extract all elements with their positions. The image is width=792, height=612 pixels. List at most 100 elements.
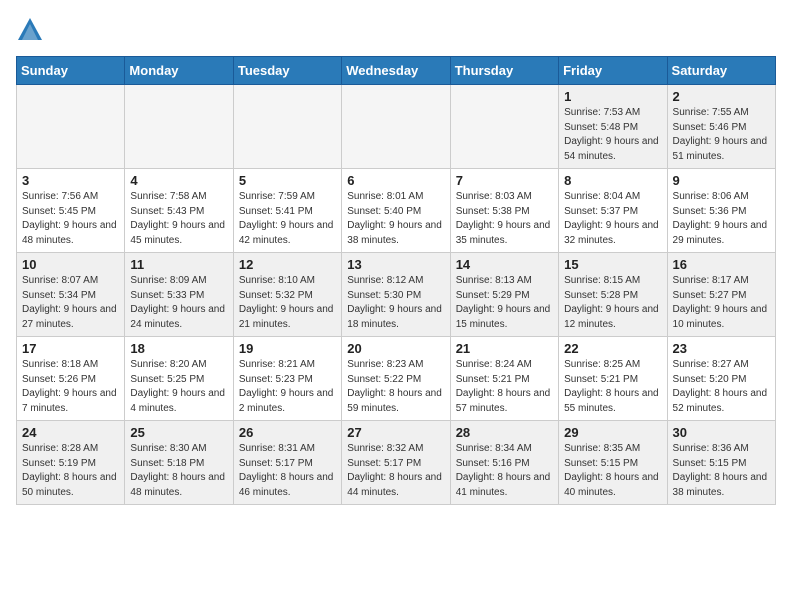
day-number: 30 xyxy=(673,425,771,440)
day-info: Sunrise: 8:15 AM Sunset: 5:28 PM Dayligh… xyxy=(564,274,662,332)
week-row-5: 24 Sunrise: 8:28 AM Sunset: 5:19 PM Dayli… xyxy=(17,421,776,505)
day-number: 14 xyxy=(456,257,554,272)
day-cell xyxy=(125,85,233,169)
day-info: Sunrise: 8:01 AM Sunset: 5:40 PM Dayligh… xyxy=(347,190,445,248)
day-cell: 28 Sunrise: 8:34 AM Sunset: 5:16 PM Dayli… xyxy=(450,421,558,505)
day-cell: 29Sunrise: 8:35 AM Sunset: 5:15 PM Dayli… xyxy=(559,421,667,505)
day-info: Sunrise: 8:28 AM Sunset: 5:19 PM Dayligh… xyxy=(22,442,120,500)
day-number: 20 xyxy=(347,341,445,356)
day-cell: 10 Sunrise: 8:07 AM Sunset: 5:34 PM Dayli… xyxy=(17,253,125,337)
day-info: Sunrise: 8:17 AM Sunset: 5:27 PM Dayligh… xyxy=(673,274,771,332)
day-number: 17 xyxy=(22,341,120,356)
day-number: 16 xyxy=(673,257,771,272)
week-row-4: 17 Sunrise: 8:18 AM Sunset: 5:26 PM Dayli… xyxy=(17,337,776,421)
header-wednesday: Wednesday xyxy=(342,57,450,85)
day-number: 2 xyxy=(673,89,771,104)
day-cell: 25 Sunrise: 8:30 AM Sunset: 5:18 PM Dayli… xyxy=(125,421,233,505)
day-info: Sunrise: 8:24 AM Sunset: 5:21 PM Dayligh… xyxy=(456,358,554,416)
day-info: Sunrise: 8:25 AM Sunset: 5:21 PM Dayligh… xyxy=(564,358,662,416)
header-saturday: Saturday xyxy=(667,57,775,85)
day-cell: 4 Sunrise: 7:58 AM Sunset: 5:43 PM Daylig… xyxy=(125,169,233,253)
logo-icon xyxy=(16,16,44,44)
day-info: Sunrise: 8:10 AM Sunset: 5:32 PM Dayligh… xyxy=(239,274,337,332)
day-number: 21 xyxy=(456,341,554,356)
day-cell: 7 Sunrise: 8:03 AM Sunset: 5:38 PM Daylig… xyxy=(450,169,558,253)
day-info: Sunrise: 8:18 AM Sunset: 5:26 PM Dayligh… xyxy=(22,358,120,416)
day-number: 10 xyxy=(22,257,120,272)
day-cell: 17 Sunrise: 8:18 AM Sunset: 5:26 PM Dayli… xyxy=(17,337,125,421)
day-info: Sunrise: 7:56 AM Sunset: 5:45 PM Dayligh… xyxy=(22,190,120,248)
day-cell: 5 Sunrise: 7:59 AM Sunset: 5:41 PM Daylig… xyxy=(233,169,341,253)
day-number: 28 xyxy=(456,425,554,440)
day-number: 11 xyxy=(130,257,228,272)
day-number: 13 xyxy=(347,257,445,272)
calendar-table: SundayMondayTuesdayWednesdayThursdayFrid… xyxy=(16,56,776,505)
day-cell: 11 Sunrise: 8:09 AM Sunset: 5:33 PM Dayli… xyxy=(125,253,233,337)
day-number: 24 xyxy=(22,425,120,440)
day-info: Sunrise: 8:04 AM Sunset: 5:37 PM Dayligh… xyxy=(564,190,662,248)
day-info: Sunrise: 8:06 AM Sunset: 5:36 PM Dayligh… xyxy=(673,190,771,248)
day-cell: 24 Sunrise: 8:28 AM Sunset: 5:19 PM Dayli… xyxy=(17,421,125,505)
day-number: 15 xyxy=(564,257,662,272)
day-info: Sunrise: 8:30 AM Sunset: 5:18 PM Dayligh… xyxy=(130,442,228,500)
day-number: 22 xyxy=(564,341,662,356)
day-cell: 30 Sunrise: 8:36 AM Sunset: 5:15 PM Dayli… xyxy=(667,421,775,505)
header-thursday: Thursday xyxy=(450,57,558,85)
day-cell xyxy=(233,85,341,169)
day-info: Sunrise: 8:07 AM Sunset: 5:34 PM Dayligh… xyxy=(22,274,120,332)
day-info: Sunrise: 8:03 AM Sunset: 5:38 PM Dayligh… xyxy=(456,190,554,248)
day-cell: 1 Sunrise: 7:53 AM Sunset: 5:48 PM Daylig… xyxy=(559,85,667,169)
day-cell: 23 Sunrise: 8:27 AM Sunset: 5:20 PM Dayli… xyxy=(667,337,775,421)
day-cell: 27 Sunrise: 8:32 AM Sunset: 5:17 PM Dayli… xyxy=(342,421,450,505)
day-info: Sunrise: 7:53 AM Sunset: 5:48 PM Dayligh… xyxy=(564,106,662,164)
week-row-2: 3 Sunrise: 7:56 AM Sunset: 5:45 PM Daylig… xyxy=(17,169,776,253)
day-cell: 3 Sunrise: 7:56 AM Sunset: 5:45 PM Daylig… xyxy=(17,169,125,253)
week-row-3: 10 Sunrise: 8:07 AM Sunset: 5:34 PM Dayli… xyxy=(17,253,776,337)
day-cell: 19 Sunrise: 8:21 AM Sunset: 5:23 PM Dayli… xyxy=(233,337,341,421)
day-number: 25 xyxy=(130,425,228,440)
header-friday: Friday xyxy=(559,57,667,85)
day-number: 8 xyxy=(564,173,662,188)
day-cell: 6Sunrise: 8:01 AM Sunset: 5:40 PM Daylig… xyxy=(342,169,450,253)
day-number: 27 xyxy=(347,425,445,440)
day-cell: 8 Sunrise: 8:04 AM Sunset: 5:37 PM Daylig… xyxy=(559,169,667,253)
day-number: 26 xyxy=(239,425,337,440)
day-cell xyxy=(450,85,558,169)
day-info: Sunrise: 7:58 AM Sunset: 5:43 PM Dayligh… xyxy=(130,190,228,248)
day-info: Sunrise: 8:09 AM Sunset: 5:33 PM Dayligh… xyxy=(130,274,228,332)
day-info: Sunrise: 8:23 AM Sunset: 5:22 PM Dayligh… xyxy=(347,358,445,416)
day-cell: 14 Sunrise: 8:13 AM Sunset: 5:29 PM Dayli… xyxy=(450,253,558,337)
day-cell: 13 Sunrise: 8:12 AM Sunset: 5:30 PM Dayli… xyxy=(342,253,450,337)
calendar-header-row: SundayMondayTuesdayWednesdayThursdayFrid… xyxy=(17,57,776,85)
day-number: 4 xyxy=(130,173,228,188)
day-number: 3 xyxy=(22,173,120,188)
header-sunday: Sunday xyxy=(17,57,125,85)
day-number: 19 xyxy=(239,341,337,356)
logo xyxy=(16,16,48,44)
day-number: 23 xyxy=(673,341,771,356)
day-cell xyxy=(342,85,450,169)
day-info: Sunrise: 8:20 AM Sunset: 5:25 PM Dayligh… xyxy=(130,358,228,416)
day-info: Sunrise: 7:59 AM Sunset: 5:41 PM Dayligh… xyxy=(239,190,337,248)
day-number: 1 xyxy=(564,89,662,104)
day-info: Sunrise: 8:21 AM Sunset: 5:23 PM Dayligh… xyxy=(239,358,337,416)
day-cell xyxy=(17,85,125,169)
day-number: 18 xyxy=(130,341,228,356)
day-info: Sunrise: 8:34 AM Sunset: 5:16 PM Dayligh… xyxy=(456,442,554,500)
day-info: Sunrise: 7:55 AM Sunset: 5:46 PM Dayligh… xyxy=(673,106,771,164)
day-cell: 22 Sunrise: 8:25 AM Sunset: 5:21 PM Dayli… xyxy=(559,337,667,421)
day-number: 7 xyxy=(456,173,554,188)
day-info: Sunrise: 8:32 AM Sunset: 5:17 PM Dayligh… xyxy=(347,442,445,500)
day-number: 5 xyxy=(239,173,337,188)
day-info: Sunrise: 8:12 AM Sunset: 5:30 PM Dayligh… xyxy=(347,274,445,332)
header-tuesday: Tuesday xyxy=(233,57,341,85)
day-cell: 26Sunrise: 8:31 AM Sunset: 5:17 PM Dayli… xyxy=(233,421,341,505)
day-info: Sunrise: 8:13 AM Sunset: 5:29 PM Dayligh… xyxy=(456,274,554,332)
day-cell: 15 Sunrise: 8:15 AM Sunset: 5:28 PM Dayli… xyxy=(559,253,667,337)
day-info: Sunrise: 8:36 AM Sunset: 5:15 PM Dayligh… xyxy=(673,442,771,500)
day-info: Sunrise: 8:27 AM Sunset: 5:20 PM Dayligh… xyxy=(673,358,771,416)
page-header xyxy=(16,16,776,44)
day-cell: 16 Sunrise: 8:17 AM Sunset: 5:27 PM Dayli… xyxy=(667,253,775,337)
day-cell: 21 Sunrise: 8:24 AM Sunset: 5:21 PM Dayli… xyxy=(450,337,558,421)
week-row-1: 1 Sunrise: 7:53 AM Sunset: 5:48 PM Daylig… xyxy=(17,85,776,169)
